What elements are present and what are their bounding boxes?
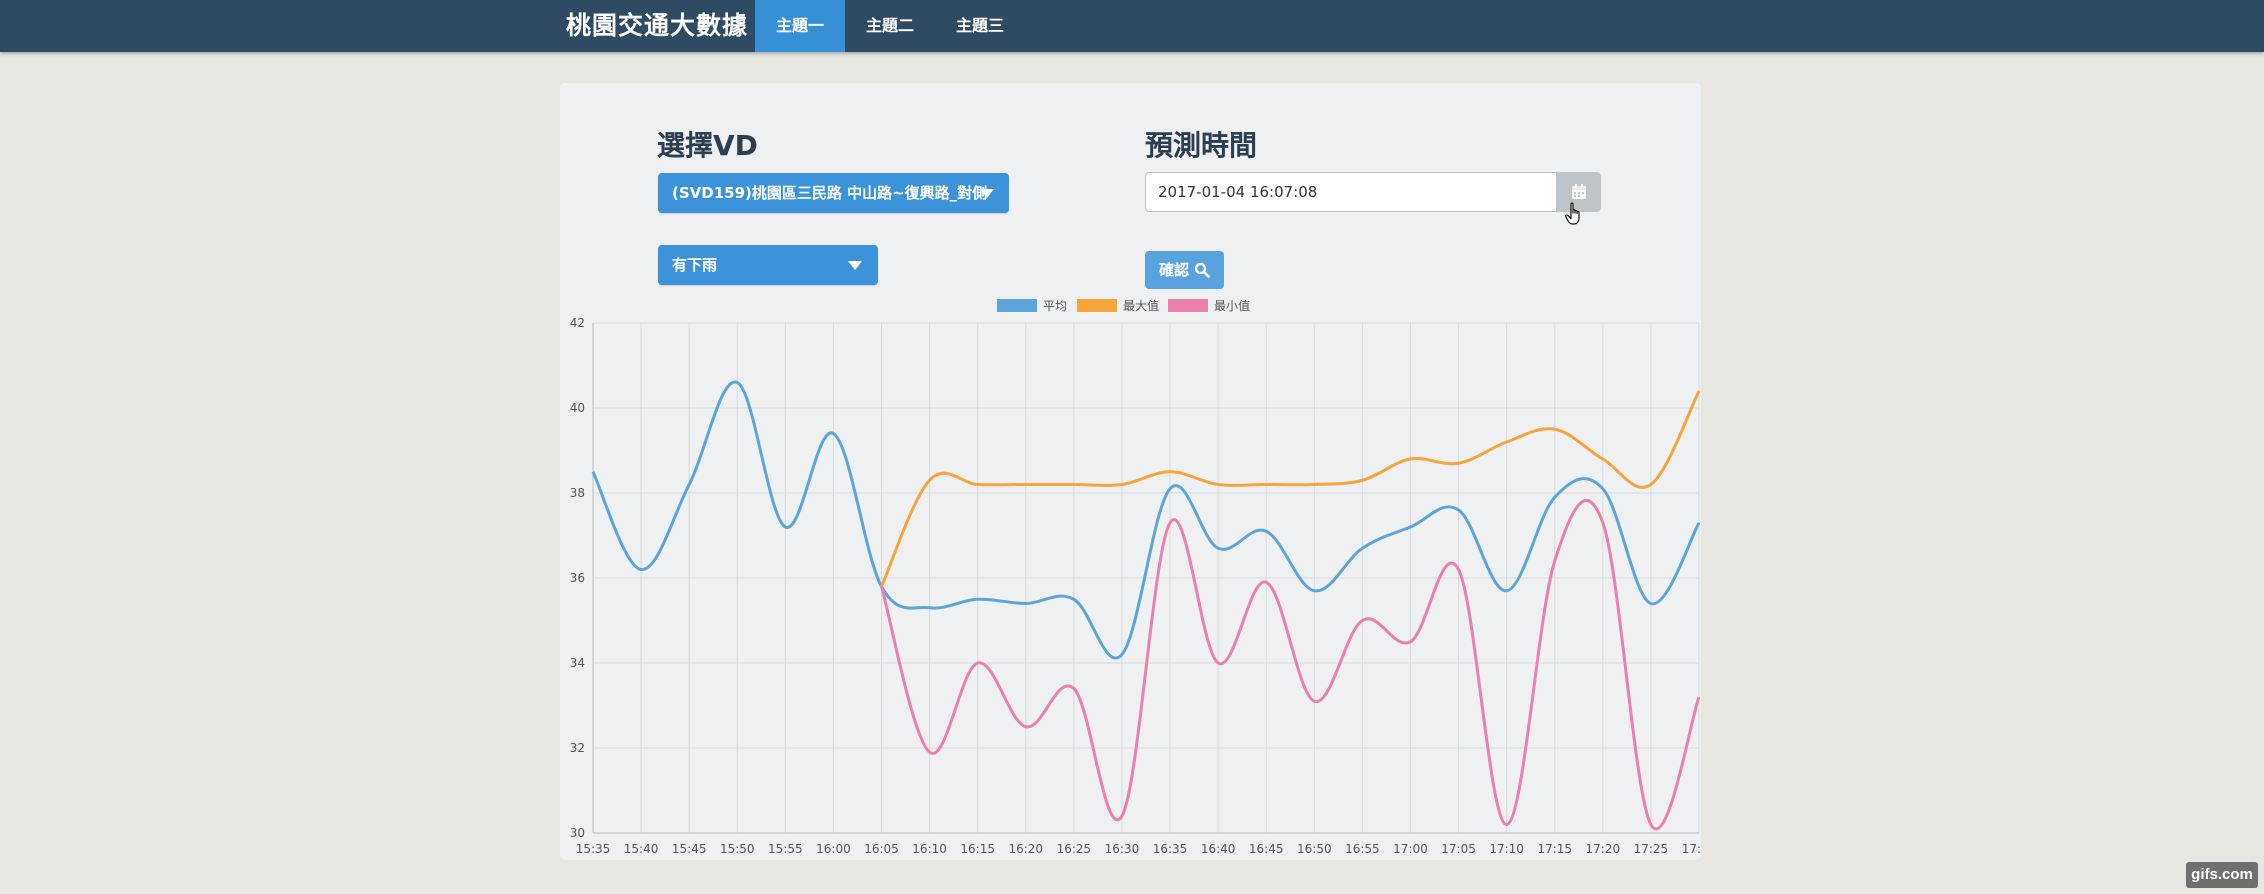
legend-swatch-1 xyxy=(997,299,1037,312)
y-tick-label: 34 xyxy=(570,656,585,670)
x-tick-label: 15:45 xyxy=(672,842,707,856)
datetime-input[interactable] xyxy=(1145,172,1557,212)
x-tick-label: 17:20 xyxy=(1586,842,1621,856)
series-line-1 xyxy=(591,380,1701,660)
y-tick-label: 42 xyxy=(570,316,585,330)
x-tick-label: 16:10 xyxy=(912,842,947,856)
x-tick-label: 17:30 xyxy=(1682,842,1701,856)
gifs-watermark: gifs.com xyxy=(2186,862,2258,888)
legend-label-3: 最小值 xyxy=(1214,298,1250,313)
top-navbar: 桃園交通大數據 主題一 主題二 主題三 xyxy=(0,0,2264,52)
x-tick-label: 16:30 xyxy=(1105,842,1140,856)
caret-down-icon xyxy=(848,261,862,270)
brand-title[interactable]: 桃園交通大數據 xyxy=(566,0,748,52)
x-tick-label: 15:55 xyxy=(768,842,803,856)
x-tick-label: 16:00 xyxy=(816,842,851,856)
y-tick-label: 30 xyxy=(570,826,585,840)
hand-pointer-icon xyxy=(1565,202,1580,225)
rain-select[interactable]: 有下雨 xyxy=(658,245,878,285)
x-tick-label: 15:50 xyxy=(720,842,755,856)
rain-select-value: 有下雨 xyxy=(672,256,718,274)
vd-select-value: (SVD159)桃園區三民路 中山路~復興路_對側 xyxy=(672,184,988,202)
x-tick-label: 17:10 xyxy=(1489,842,1524,856)
x-tick-label: 16:45 xyxy=(1249,842,1284,856)
legend-label-1: 平均 xyxy=(1043,299,1067,313)
x-tick-label: 17:15 xyxy=(1537,842,1572,856)
y-tick-label: 40 xyxy=(570,401,585,415)
x-tick-label: 16:50 xyxy=(1297,842,1332,856)
x-tick-label: 16:20 xyxy=(1008,842,1043,856)
caret-down-icon xyxy=(980,189,994,198)
y-tick-label: 38 xyxy=(570,486,585,500)
confirm-button[interactable]: 確認 xyxy=(1145,251,1224,289)
x-tick-label: 15:40 xyxy=(624,842,659,856)
y-tick-label: 36 xyxy=(570,571,585,585)
time-heading: 預測時間 xyxy=(1145,129,1258,162)
series-line-2 xyxy=(880,390,1701,588)
x-tick-label: 16:05 xyxy=(864,842,899,856)
x-tick-label: 17:00 xyxy=(1393,842,1428,856)
series-line-3 xyxy=(880,498,1701,830)
x-tick-label: 16:55 xyxy=(1345,842,1380,856)
search-icon xyxy=(1194,262,1210,278)
x-tick-label: 16:35 xyxy=(1153,842,1188,856)
x-tick-label: 17:25 xyxy=(1634,842,1669,856)
x-tick-label: 16:40 xyxy=(1201,842,1236,856)
y-tick-label: 32 xyxy=(570,741,585,755)
x-tick-label: 16:15 xyxy=(960,842,995,856)
legend-label-2: 最大值 xyxy=(1123,298,1159,313)
tab-topic-1[interactable]: 主題一 xyxy=(755,0,845,52)
x-tick-label: 17:05 xyxy=(1441,842,1476,856)
calendar-icon xyxy=(1572,184,1586,199)
legend-swatch-3 xyxy=(1168,299,1208,312)
speed-line-chart: 30 32 34 36 38 40 42 15:35 15:40 15:45 15:50 15:55 1… xyxy=(570,298,1701,856)
vd-select[interactable]: (SVD159)桃園區三民路 中山路~復興路_對側 xyxy=(658,173,1009,213)
confirm-label: 確認 xyxy=(1159,261,1190,279)
vd-heading: 選擇VD xyxy=(657,129,758,162)
tab-topic-3[interactable]: 主題三 xyxy=(935,0,1025,52)
tab-topic-2[interactable]: 主題二 xyxy=(845,0,935,52)
x-tick-label: 16:25 xyxy=(1057,842,1092,856)
x-tick-label: 15:35 xyxy=(576,842,611,856)
legend-swatch-2 xyxy=(1077,299,1117,312)
